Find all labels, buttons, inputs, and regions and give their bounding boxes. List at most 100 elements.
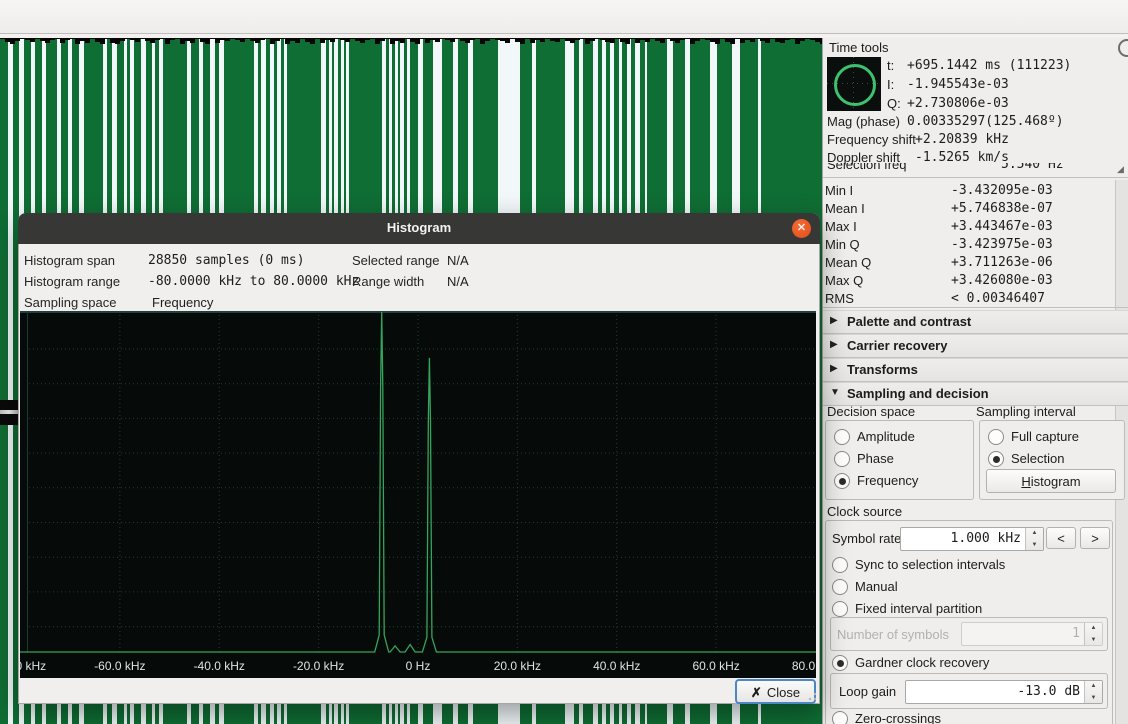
t-label: t: xyxy=(887,58,894,73)
radio-label: Amplitude xyxy=(857,429,915,444)
radio-unchecked-icon xyxy=(832,557,848,573)
x-tick-label: 60.0 kHz xyxy=(692,659,739,673)
radio-label: Fixed interval partition xyxy=(855,601,982,616)
symbol-rate-value: 1.000 kHz xyxy=(951,531,1021,546)
measurement-label-rms: RMS xyxy=(825,291,854,306)
q-label: Q: xyxy=(887,96,901,111)
measurement-value-min-i: -3.432095e-03 xyxy=(951,183,1053,198)
decision-space-label: Decision space xyxy=(827,404,915,419)
radio-unchecked-icon xyxy=(832,579,848,595)
measurement-value-max-i: +3.443467e-03 xyxy=(951,219,1053,234)
measurement-label-mean-q: Mean Q xyxy=(825,255,871,270)
inspector-panel: ◢ Time tools t: +695.1442 ms (111223) I:… xyxy=(822,38,1128,724)
histogram-button[interactable]: Histogram xyxy=(986,469,1116,493)
measurement-label-min-i: Min I xyxy=(825,183,853,198)
i-label: I: xyxy=(887,77,894,92)
chevron-down-icon: ▼ xyxy=(830,387,840,398)
radio-label: Manual xyxy=(855,579,898,594)
histogram-range-label: Histogram range xyxy=(24,274,120,289)
spin-arrows-icon[interactable]: ▲▼ xyxy=(1084,681,1102,703)
measurement-value-max-q: +3.426080e-03 xyxy=(951,273,1053,288)
time-tools-title: Time tools xyxy=(829,40,888,55)
histogram-range-value: -80.0000 kHz to 80.0000 kHz xyxy=(148,274,359,289)
clock-source-label: Clock source xyxy=(827,504,902,519)
mag-phase-value: 0.00335297(125.468º) xyxy=(907,114,1064,129)
selection-freq-value: 5.540 Hz xyxy=(1001,163,1064,172)
measurement-value-min-q: -3.423975e-03 xyxy=(951,237,1053,252)
symbol-rate-next-button[interactable]: > xyxy=(1080,527,1110,549)
dialog-titlebar[interactable]: Histogram ✕ xyxy=(18,213,820,244)
radio-label: Full capture xyxy=(1011,429,1079,444)
symbol-rate-spinbox[interactable]: 1.000 kHz ▲▼ xyxy=(900,527,1044,551)
x-tick-label: 0 Hz xyxy=(406,659,431,673)
frequency-marker[interactable] xyxy=(0,400,18,425)
q-value: +2.730806e-03 xyxy=(907,96,1009,111)
clock-source-group: Symbol rate 1.000 kHz ▲▼ < > Sync to sel… xyxy=(825,520,1113,724)
spin-arrows-icon[interactable]: ▲▼ xyxy=(1025,528,1043,550)
sampling-space-value: Frequency xyxy=(152,295,213,310)
pin-icon[interactable] xyxy=(1118,39,1128,57)
close-button[interactable]: ✗Close xyxy=(735,679,816,704)
section-header-transforms[interactable]: ▶ Transforms xyxy=(823,358,1128,382)
number-of-symbols-value: 1 xyxy=(1072,626,1080,641)
section-label: Carrier recovery xyxy=(847,338,947,353)
selected-range-label: Selected range xyxy=(352,253,439,268)
x-tick-label: -40.0 kHz xyxy=(194,659,245,673)
section-label: Palette and contrast xyxy=(847,314,971,329)
radio-unchecked-icon xyxy=(834,429,850,445)
radio-label: Phase xyxy=(857,451,894,466)
chevron-right-icon: ▶ xyxy=(830,363,838,374)
section-label: Transforms xyxy=(847,362,918,377)
selected-range-value: N/A xyxy=(447,253,469,268)
histogram-plot-svg: -80.0 kHz-60.0 kHz-40.0 kHz-20.0 kHz0 Hz… xyxy=(20,311,816,678)
x-tick-label: 80.0 kHz xyxy=(792,659,816,673)
frequency-shift-label: Frequency shift xyxy=(827,132,916,147)
resize-grip-icon[interactable]: ◢ xyxy=(1117,164,1124,175)
histogram-span-value: 28850 samples (0 ms) xyxy=(148,253,305,268)
histogram-plot[interactable]: -80.0 kHz-60.0 kHz-40.0 kHz-20.0 kHz0 Hz… xyxy=(20,311,816,678)
measurement-value-mean-i: +5.746838e-07 xyxy=(951,201,1053,216)
chevron-right-icon: ▶ xyxy=(830,315,838,326)
radio-unchecked-icon xyxy=(988,429,1004,445)
symbol-rate-prev-button[interactable]: < xyxy=(1046,527,1076,549)
radio-label: Gardner clock recovery xyxy=(855,655,989,670)
section-header-palette-and-contrast[interactable]: ▶ Palette and contrast xyxy=(823,310,1128,334)
loop-gain-spinbox[interactable]: -13.0 dB ▲▼ xyxy=(905,680,1103,704)
number-of-symbols-group: Number of symbols 1 ▲▼ xyxy=(830,617,1108,651)
dialog-title: Histogram xyxy=(18,220,820,235)
radio-checked-icon xyxy=(988,451,1004,467)
sampling-interval-group: Histogram Full captureSelection xyxy=(979,420,1125,500)
close-icon[interactable]: ✕ xyxy=(792,219,811,238)
measurement-label-min-q: Min Q xyxy=(825,237,860,252)
section-header-sampling-and-decision[interactable]: ▼ Sampling and decision xyxy=(823,382,1128,406)
spin-arrows-icon: ▲▼ xyxy=(1084,623,1102,645)
radio-checked-icon xyxy=(832,655,848,671)
divider xyxy=(823,307,1128,308)
histogram-span-label: Histogram span xyxy=(24,253,115,268)
range-width-value: N/A xyxy=(447,274,469,289)
dialog-resize-grip[interactable] xyxy=(805,689,817,701)
radio-label: Sync to selection intervals xyxy=(855,557,1005,572)
symbol-rate-label: Symbol rate xyxy=(832,531,901,546)
chevron-right-icon: ▶ xyxy=(830,339,838,350)
loop-gain-value: -13.0 dB xyxy=(1017,684,1080,699)
radio-unchecked-icon xyxy=(832,711,848,724)
section-label: Sampling and decision xyxy=(847,386,989,401)
sampling-space-label: Sampling space xyxy=(24,295,117,310)
constellation-ring-icon xyxy=(834,64,876,106)
sampling-interval-label: Sampling interval xyxy=(976,404,1076,419)
selection-freq-label: Selection freq xyxy=(827,163,907,172)
radio-label: Zero-crossings xyxy=(855,711,941,724)
frequency-shift-value: +2.20839 kHz xyxy=(915,132,1009,147)
mag-phase-label: Mag (phase) xyxy=(827,114,900,129)
measurement-label-max-i: Max I xyxy=(825,219,857,234)
close-button-label: Close xyxy=(767,685,800,700)
section-header-carrier-recovery[interactable]: ▶ Carrier recovery xyxy=(823,334,1128,358)
measurement-label-max-q: Max Q xyxy=(825,273,863,288)
waterfall-bar xyxy=(0,38,8,724)
radio-checked-icon xyxy=(834,473,850,489)
number-of-symbols-spinbox: 1 ▲▼ xyxy=(961,622,1103,646)
x-tick-label: 20.0 kHz xyxy=(494,659,541,673)
x-tick-label: -60.0 kHz xyxy=(94,659,145,673)
loop-gain-group: Loop gain -13.0 dB ▲▼ xyxy=(830,673,1108,709)
